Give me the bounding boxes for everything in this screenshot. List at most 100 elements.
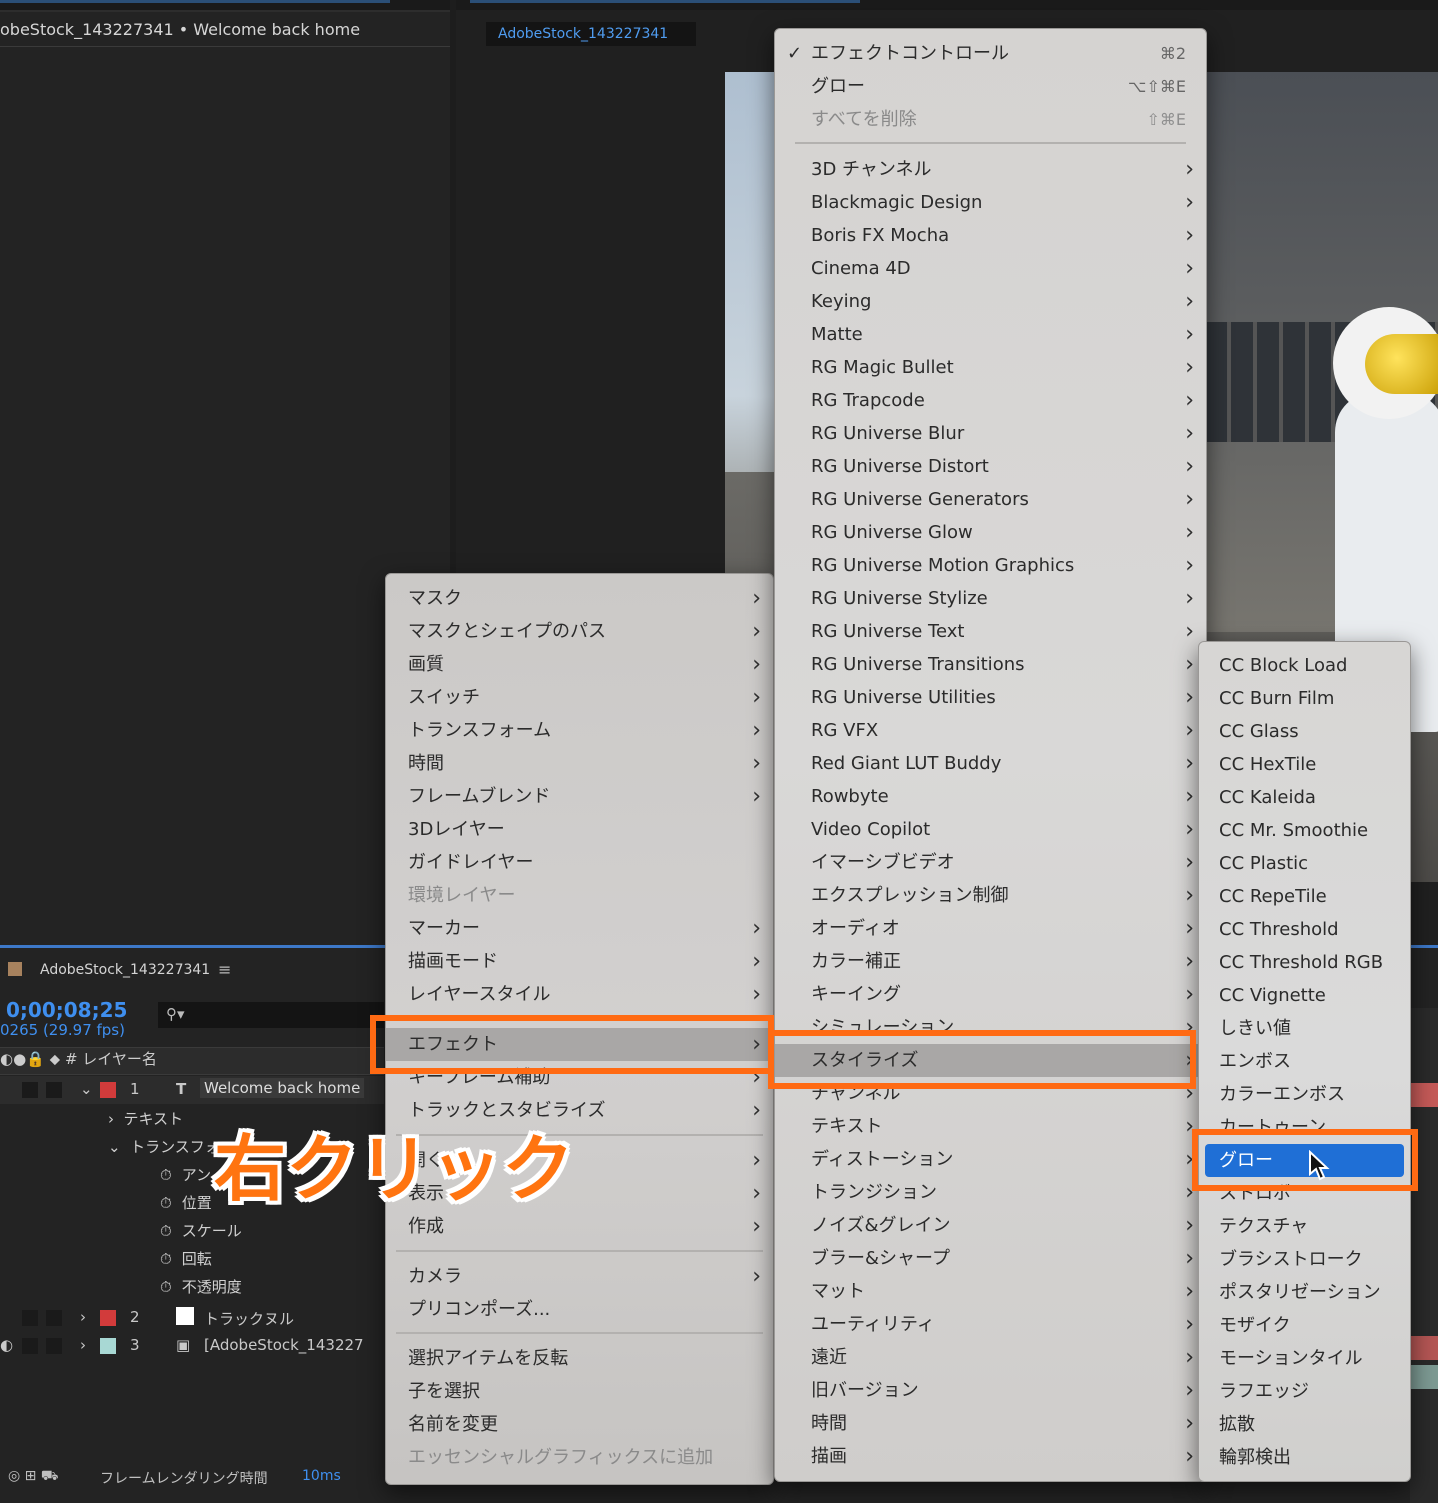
chevron-down-icon[interactable]: ⌄: [108, 1138, 130, 1156]
stylize-menu-item[interactable]: テクスチャ: [1199, 1210, 1410, 1243]
stylize-menu-item[interactable]: CC Vignette: [1199, 979, 1410, 1012]
stylize-menu-item[interactable]: ポスタリゼーション: [1199, 1276, 1410, 1309]
solo-toggle[interactable]: [22, 1082, 38, 1098]
stylize-menu-item[interactable]: CC Threshold: [1199, 913, 1410, 946]
stylize-menu-item[interactable]: CC Glass: [1199, 715, 1410, 748]
effects-category-item[interactable]: RG VFX ›: [775, 714, 1206, 747]
chevron-right-icon[interactable]: ›: [80, 1336, 86, 1354]
solo-toggle[interactable]: [22, 1338, 38, 1354]
stopwatch-icon[interactable]: ⏱: [160, 1278, 172, 1296]
effects-category-item[interactable]: Keying ›: [775, 285, 1206, 318]
stylize-menu-item[interactable]: モザイク: [1199, 1309, 1410, 1342]
effects-category-item[interactable]: RG Trapcode ›: [775, 384, 1206, 417]
effects-category-item[interactable]: RG Universe Glow ›: [775, 516, 1206, 549]
context-menu-item[interactable]: マスクとシェイプのパス ›: [386, 615, 773, 648]
layer-name[interactable]: トラックヌル: [204, 1308, 294, 1329]
effects-category-item[interactable]: キーイング ›: [775, 978, 1206, 1011]
stopwatch-icon[interactable]: ⏱: [160, 1194, 172, 1212]
effects-category-item[interactable]: Red Giant LUT Buddy ›: [775, 747, 1206, 780]
layer-row[interactable]: › 2 トラックヌル: [0, 1304, 384, 1332]
lock-toggle[interactable]: [46, 1082, 62, 1098]
stylize-menu-item[interactable]: CC Threshold RGB: [1199, 946, 1410, 979]
context-menu-item[interactable]: トランスフォーム ›: [386, 714, 773, 747]
effects-category-item[interactable]: ノイズ&グレイン ›: [775, 1209, 1206, 1242]
stylize-menu-item[interactable]: CC Plastic: [1199, 847, 1410, 880]
effects-category-item[interactable]: Matte ›: [775, 318, 1206, 351]
effects-category-item[interactable]: Blackmagic Design ›: [775, 186, 1206, 219]
layer-row[interactable]: ◐ › ▣ 3 [AdobeStock_143227: [0, 1332, 384, 1360]
chevron-right-icon[interactable]: ›: [108, 1110, 124, 1128]
context-menu-item[interactable]: 子を選択: [386, 1375, 773, 1408]
solo-toggle[interactable]: [22, 1310, 38, 1326]
transform-group[interactable]: ⌄ トランスフォ: [108, 1136, 220, 1157]
context-menu-item[interactable]: マーカー ›: [386, 912, 773, 945]
property-rotation[interactable]: ⏱ 回転: [160, 1248, 212, 1269]
stylize-menu-item[interactable]: CC Mr. Smoothie: [1199, 814, 1410, 847]
context-menu-item[interactable]: 時間 ›: [386, 747, 773, 780]
stylize-menu-item[interactable]: CC Block Load: [1199, 649, 1410, 682]
timeline-track-area[interactable]: [1410, 1008, 1438, 1503]
effects-category-item[interactable]: RG Universe Transitions ›: [775, 648, 1206, 681]
av-switches-icon[interactable]: ◐●🔒: [0, 1050, 45, 1068]
layer-bar[interactable]: [1410, 1336, 1438, 1360]
effects-category-item[interactable]: テキスト ›: [775, 1110, 1206, 1143]
context-menu-item[interactable]: レイヤースタイル ›: [386, 978, 773, 1011]
effects-category-item[interactable]: ブラー&シャープ ›: [775, 1242, 1206, 1275]
effects-category-item[interactable]: 描画 ›: [775, 1440, 1206, 1473]
chevron-down-icon[interactable]: ⌄: [80, 1080, 93, 1098]
context-menu-item[interactable]: マスク ›: [386, 582, 773, 615]
stylize-menu-item[interactable]: CC HexTile: [1199, 748, 1410, 781]
effects-category-item[interactable]: オーディオ ›: [775, 912, 1206, 945]
panel-menu-icon[interactable]: ≡: [218, 960, 231, 979]
chevron-right-icon[interactable]: ›: [80, 1308, 86, 1326]
property-scale[interactable]: ⏱ スケール: [160, 1220, 242, 1241]
text-group[interactable]: › テキスト: [108, 1108, 183, 1129]
stylize-menu-item[interactable]: 拡散: [1199, 1408, 1410, 1441]
property-anchor[interactable]: ⏱ アン: [160, 1164, 211, 1185]
layer-search-input[interactable]: ⚲▾: [158, 1002, 384, 1028]
effects-category-item[interactable]: RG Universe Generators ›: [775, 483, 1206, 516]
effects-category-item[interactable]: エクスプレッション制御 ›: [775, 879, 1206, 912]
effects-category-item[interactable]: Video Copilot ›: [775, 813, 1206, 846]
context-menu-item[interactable]: 選択アイテムを反転: [386, 1342, 773, 1375]
effects-menu-item[interactable]: グロー ⌥⇧⌘E: [775, 70, 1206, 103]
context-menu-item[interactable]: 名前を変更: [386, 1408, 773, 1441]
layer-bar[interactable]: [1410, 1365, 1438, 1389]
effects-menu-item[interactable]: ✓ エフェクトコントロール ⌘2: [775, 37, 1206, 70]
context-menu-item[interactable]: 描画モード ›: [386, 945, 773, 978]
context-menu-item[interactable]: フレームブレンド ›: [386, 780, 773, 813]
context-menu-item[interactable]: カメラ ›: [386, 1260, 773, 1293]
effects-category-item[interactable]: ユーティリティ ›: [775, 1308, 1206, 1341]
layer-label-color[interactable]: [100, 1082, 116, 1098]
effects-category-item[interactable]: RG Universe Motion Graphics ›: [775, 549, 1206, 582]
stylize-menu-item[interactable]: ブラシストローク: [1199, 1243, 1410, 1276]
context-menu-item[interactable]: スイッチ ›: [386, 681, 773, 714]
stylize-menu-item[interactable]: しきい値: [1199, 1012, 1410, 1045]
footer-switch-icons[interactable]: ◎ ⊞ ⛟: [8, 1468, 58, 1486]
effects-category-item[interactable]: カラー補正 ›: [775, 945, 1206, 978]
effects-category-item[interactable]: Cinema 4D ›: [775, 252, 1206, 285]
stopwatch-icon[interactable]: ⏱: [160, 1166, 172, 1184]
effects-category-item[interactable]: RG Universe Blur ›: [775, 417, 1206, 450]
effects-category-item[interactable]: トランジション ›: [775, 1176, 1206, 1209]
label-tag-icon[interactable]: ⬥: [50, 1050, 61, 1068]
layer-bar[interactable]: [1410, 1083, 1438, 1107]
layer-label-color[interactable]: [100, 1310, 116, 1326]
stylize-menu-item[interactable]: CC Burn Film: [1199, 682, 1410, 715]
layer-name[interactable]: [AdobeStock_143227: [204, 1336, 364, 1354]
stylize-menu-item[interactable]: 輪郭検出: [1199, 1441, 1410, 1474]
effects-category-item[interactable]: 旧バージョン ›: [775, 1374, 1206, 1407]
effects-category-item[interactable]: Rowbyte ›: [775, 780, 1206, 813]
effects-category-item[interactable]: ディストーション ›: [775, 1143, 1206, 1176]
property-position[interactable]: ⏱ 位置: [160, 1192, 212, 1213]
current-timecode[interactable]: 0;00;08;25: [6, 998, 127, 1022]
effects-category-item[interactable]: マット ›: [775, 1275, 1206, 1308]
context-menu-item[interactable]: プリコンポーズ...: [386, 1293, 773, 1326]
effects-category-item[interactable]: RG Universe Text ›: [775, 615, 1206, 648]
layer-row[interactable]: ⌄ 1 T Welcome back home: [0, 1076, 384, 1104]
stylize-menu-item[interactable]: カラーエンボス: [1199, 1078, 1410, 1111]
lock-toggle[interactable]: [46, 1310, 62, 1326]
stopwatch-icon[interactable]: ⏱: [160, 1250, 172, 1268]
effects-category-item[interactable]: RG Universe Stylize ›: [775, 582, 1206, 615]
effects-category-item[interactable]: 時間 ›: [775, 1407, 1206, 1440]
